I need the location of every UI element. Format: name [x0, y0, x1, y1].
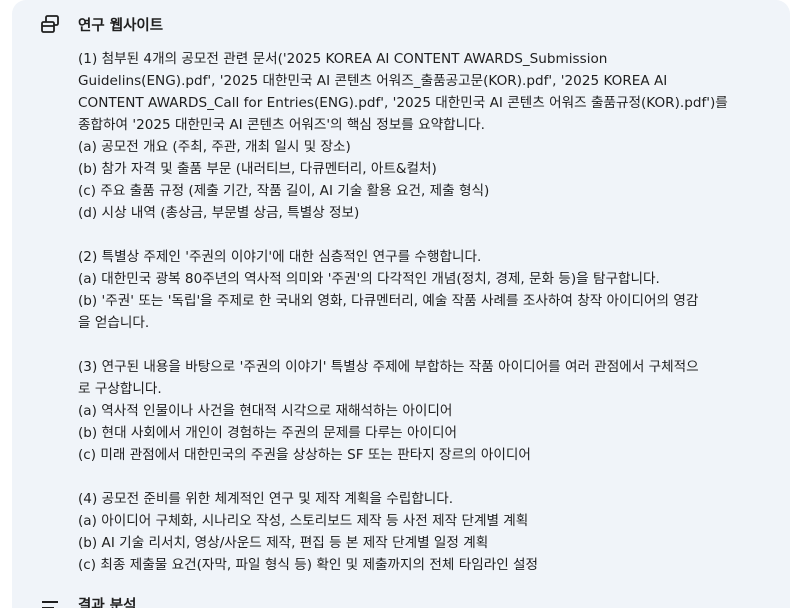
plan-step-line: (b) 참가 자격 및 출품 부문 (내러티브, 다큐멘터리, 아트&컬처)	[78, 161, 437, 177]
list-lines-icon	[40, 598, 60, 608]
plan-step-line: (d) 시상 내역 (총상금, 부문별 상금, 특별상 정보)	[78, 205, 360, 221]
plan-step-paragraph: (3) 연구된 내용을 바탕으로 '주권의 이야기' 특별상 주제에 부합하는 …	[78, 356, 778, 466]
plan-step-line: (a) 역사적 인물이나 사건을 현대적 시각으로 재해석하는 아이디어	[78, 403, 453, 419]
plan-step-line: (a) 공모전 개요 (주최, 주관, 개최 일시 및 장소)	[78, 139, 351, 155]
plan-step-line: Guidelins(ENG).pdf', '2025 대한민국 AI 콘텐츠 어…	[78, 73, 668, 89]
research-plan-panel: 연구 웹사이트 (1) 첨부된 4개의 공모전 관련 문서('2025 KORE…	[12, 0, 790, 608]
plan-step-line: (1) 첨부된 4개의 공모전 관련 문서('2025 KOREA AI CON…	[78, 51, 608, 67]
plan-step-line: (3) 연구된 내용을 바탕으로 '주권의 이야기' 특별상 주제에 부합하는 …	[78, 359, 699, 375]
analysis-title: 결과 분석	[78, 598, 137, 608]
plan-step-line: (4) 공모전 준비를 위한 체계적인 연구 및 제작 계획을 수립합니다.	[78, 491, 454, 507]
plan-step-line: 로 구상합니다.	[78, 381, 162, 397]
plan-step-line: (c) 주요 출품 규정 (제출 기간, 작품 길이, AI 기술 활용 요건,…	[78, 183, 490, 199]
web-pages-icon	[40, 14, 60, 34]
plan-step-line: 종합하여 '2025 대한민국 AI 콘텐츠 어워즈'의 핵심 정보를 요약합니…	[78, 117, 485, 133]
plan-step-line: (a) 대한민국 광복 80주년의 역사적 의미와 '주권'의 다각적인 개념(…	[78, 271, 660, 287]
plan-step-line: (b) 현대 사회에서 개인이 경험하는 주권의 문제를 다루는 아이디어	[78, 425, 457, 441]
plan-step-paragraph: (4) 공모전 준비를 위한 체계적인 연구 및 제작 계획을 수립합니다. (a…	[78, 488, 778, 576]
plan-step-line: CONTENT AWARDS_Call for Entries(ENG).pdf…	[78, 95, 728, 111]
plan-step-line: (c) 최종 제출물 요건(자막, 파일 형식 등) 확인 및 제출까지의 전체…	[78, 557, 539, 573]
plan-step-paragraph: (1) 첨부된 4개의 공모전 관련 문서('2025 KOREA AI CON…	[78, 48, 778, 224]
plan-step-line: 을 얻습니다.	[78, 315, 150, 331]
research-websites-title: 연구 웹사이트	[78, 18, 164, 34]
plan-step-line: (2) 특별상 주제인 '주권의 이야기'에 대한 심층적인 연구를 수행합니다…	[78, 249, 482, 265]
plan-step-line: (c) 미래 관점에서 대한민국의 주권을 상상하는 SF 또는 판타지 장르의…	[78, 447, 531, 463]
plan-step-line: (a) 아이디어 구체화, 시나리오 작성, 스토리보드 제작 등 사전 제작 …	[78, 513, 529, 529]
plan-step-line: (b) AI 기술 리서치, 영상/사운드 제작, 편집 등 본 제작 단계별 …	[78, 535, 489, 551]
plan-step-paragraph: (2) 특별상 주제인 '주권의 이야기'에 대한 심층적인 연구를 수행합니다…	[78, 246, 778, 334]
plan-step-line: (b) '주권' 또는 '독립'을 주제로 한 국내외 영화, 다큐멘터리, 예…	[78, 293, 699, 309]
research-plan-content: (1) 첨부된 4개의 공모전 관련 문서('2025 KOREA AI CON…	[78, 48, 778, 598]
